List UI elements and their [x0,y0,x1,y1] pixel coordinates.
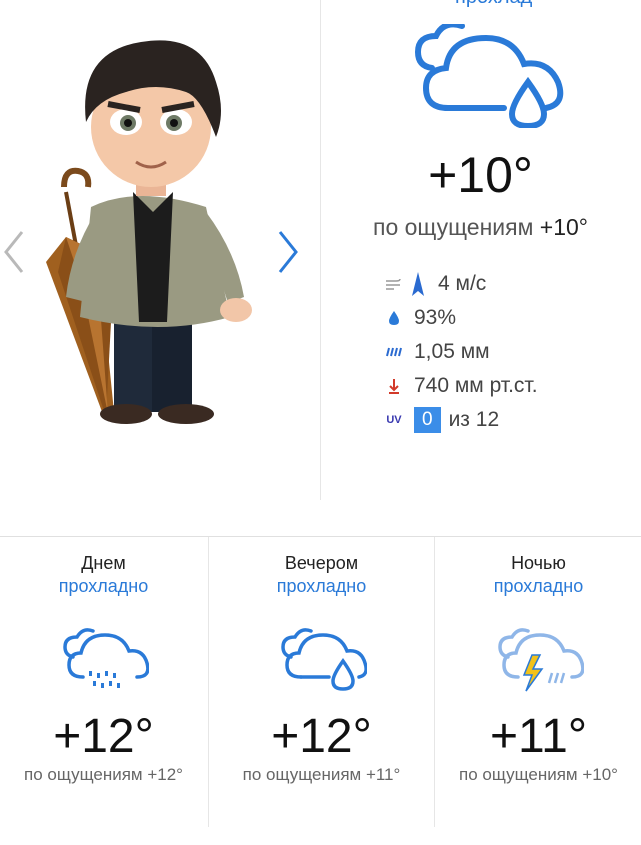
condition-link[interactable]: прохлад [455,0,532,9]
period-feels-like: по ощущениям +10° [459,765,618,784]
wind-direction-icon [408,272,428,296]
period-condition: прохладно [58,576,149,596]
precipitation-row: 1,05 мм [384,335,538,369]
chevron-left-icon[interactable] [0,228,28,276]
period-day[interactable]: Днем прохладно +12° по ощущениям +12° [0,537,207,827]
rain-icon [384,342,404,362]
period-title: Днем [81,553,126,573]
uv-value-badge: 0 [414,407,441,433]
feels-like: по ощущениям +10° [320,214,641,241]
cloud-rain-drop-icon [414,24,564,128]
wind-icon [384,274,404,294]
humidity-row: 93% [384,301,538,335]
period-night[interactable]: Ночью прохладно +11° по ощущениям +10° [434,537,641,827]
humidity-value: 93% [414,306,457,329]
period-temperature: +11° [489,710,588,763]
pressure-value: 740 мм рт.ст. [414,374,538,397]
divider [320,0,321,500]
period-temperature: +12° [53,710,154,763]
cloud-rain-drop-icon [280,628,367,691]
period-temperature: +12° [271,710,372,763]
period-feels-like: по ощущениям +11° [242,765,401,784]
pressure-arrow-down-icon [384,376,404,396]
period-title: Вечером [284,553,359,573]
current-temperature: +10° [428,147,533,203]
wind-row: 4 м/с [384,267,538,301]
uv-max: из 12 [448,408,500,431]
uv-label: UV [386,414,402,426]
humidity-drop-icon [384,308,404,328]
precipitation-value: 1,05 мм [414,340,490,363]
period-title: Ночью [511,553,566,573]
cloud-heavy-rain-icon [62,628,149,688]
wind-value: 4 м/с [438,272,487,295]
cloud-thunderstorm-icon [497,628,584,692]
weather-details: 4 м/с 93% 1,05 мм 740 мм рт.ст. UV 0 из … [384,267,538,437]
chevron-right-icon[interactable] [274,228,302,276]
period-forecast-row: Днем прохладно +12° по ощущениям +12° Ве… [0,536,641,845]
period-condition: прохладно [276,576,367,596]
feels-like-label: по ощущениям [373,214,534,240]
period-evening[interactable]: Вечером прохладно +12° по ощущениям +11° [208,537,434,827]
character-illustration [46,40,252,424]
uv-row: UV 0 из 12 [384,403,538,437]
period-condition: прохладно [493,576,584,596]
period-feels-like: по ощущениям +12° [24,765,183,784]
current-weather-section: прохлад [0,0,641,520]
pressure-row: 740 мм рт.ст. [384,369,538,403]
feels-like-value: +10° [539,214,588,240]
